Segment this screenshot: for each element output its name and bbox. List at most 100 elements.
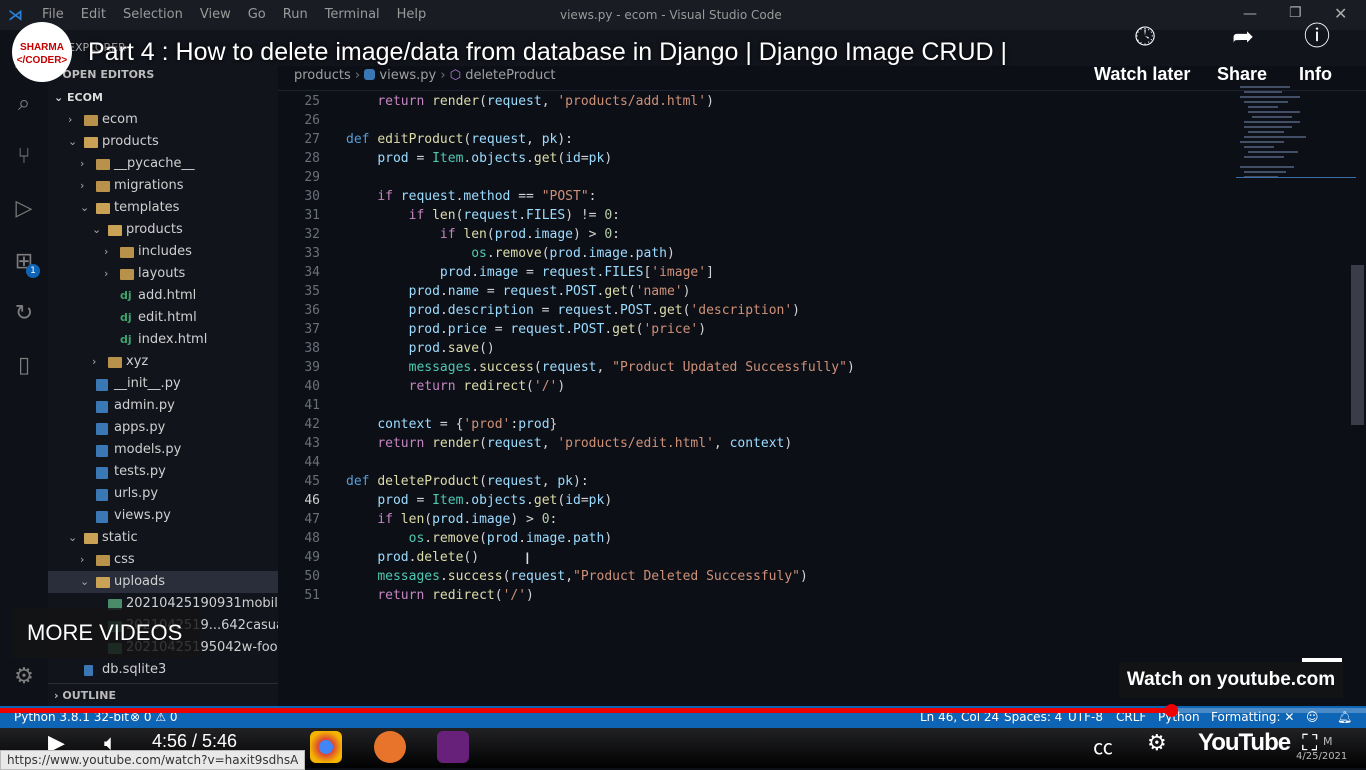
chevron-right-icon[interactable]: › — [80, 549, 92, 571]
code-line[interactable]: 35 prod.name = request.POST.get('name') — [278, 282, 1238, 301]
editor-scrollbar[interactable] — [1351, 265, 1364, 425]
code-line[interactable]: 28 prod = Item.objects.get(id=pk) — [278, 149, 1238, 168]
menu-item-edit[interactable]: Edit — [81, 7, 106, 22]
chevron-down-icon[interactable]: ⌄ — [92, 219, 104, 241]
tree-item[interactable]: tests.py — [48, 461, 278, 483]
tree-item[interactable]: › layouts — [48, 263, 278, 285]
code-line[interactable]: 40 return redirect('/') — [278, 377, 1238, 396]
chevron-right-icon[interactable]: › — [92, 351, 104, 373]
code-line[interactable]: 38 prod.save() — [278, 339, 1238, 358]
menu-item-selection[interactable]: Selection — [123, 7, 183, 22]
code-line[interactable]: 25 return render(request, 'products/add.… — [278, 92, 1238, 111]
menu-item-help[interactable]: Help — [397, 7, 427, 22]
tree-item[interactable]: ⌄ templates — [48, 197, 278, 219]
code-line[interactable]: 51 return redirect('/') — [278, 586, 1238, 605]
source-control-icon[interactable]: ⑂ — [10, 143, 38, 171]
menu-item-view[interactable]: View — [200, 7, 231, 22]
youtube-logo[interactable]: YouTube — [1198, 729, 1291, 757]
code-line[interactable]: 44 — [278, 453, 1238, 472]
tree-item[interactable]: admin.py — [48, 395, 278, 417]
database-icon[interactable]: ▯ — [10, 352, 38, 380]
outline-heading[interactable]: › OUTLINE — [54, 689, 116, 702]
code-line[interactable]: 42 context = {'prod':prod} — [278, 415, 1238, 434]
code-line[interactable]: 30 if request.method == "POST": — [278, 187, 1238, 206]
code-line[interactable]: 41 — [278, 396, 1238, 415]
settings-icon[interactable]: ⚙ — [1147, 731, 1167, 756]
code-line[interactable]: 36 prod.description = request.POST.get('… — [278, 301, 1238, 320]
more-videos-button[interactable]: MORE VIDEOS — [12, 608, 200, 658]
tree-item[interactable]: urls.py — [48, 483, 278, 505]
tree-item[interactable]: › includes — [48, 241, 278, 263]
tree-item[interactable]: ⌄ products — [48, 219, 278, 241]
tree-item[interactable]: › css — [48, 549, 278, 571]
info-button[interactable]: Info — [1299, 64, 1332, 85]
tree-item[interactable]: apps.py — [48, 417, 278, 439]
chevron-down-icon[interactable]: ⌄ — [80, 197, 92, 219]
tree-item[interactable]: › migrations — [48, 175, 278, 197]
remote-icon[interactable]: ↻ — [10, 300, 38, 328]
chevron-right-icon[interactable]: › — [104, 263, 116, 285]
tree-item[interactable]: dj add.html — [48, 285, 278, 307]
code-line[interactable]: 50 messages.success(request,"Product Del… — [278, 567, 1238, 586]
chevron-down-icon[interactable]: ⌄ — [80, 571, 92, 593]
chevron-down-icon[interactable]: ⌄ — [68, 527, 80, 549]
editor-app-taskbar-icon[interactable] — [374, 731, 406, 763]
tree-item[interactable]: dj edit.html — [48, 307, 278, 329]
breadcrumb-symbol[interactable]: deleteProduct — [465, 68, 555, 83]
watch-on-youtube-button[interactable]: Watch on youtube.com — [1119, 662, 1343, 698]
share-icon[interactable]: ➦ — [1226, 20, 1260, 54]
tree-item[interactable]: ⌄ static — [48, 527, 278, 549]
chevron-down-icon[interactable]: ⌄ — [68, 131, 80, 153]
tree-item[interactable]: › __pycache__ — [48, 153, 278, 175]
code-line[interactable]: 49 prod.delete() — [278, 548, 1238, 567]
chevron-right-icon[interactable]: › — [68, 109, 80, 131]
tree-item[interactable]: __init__.py — [48, 373, 278, 395]
code-line[interactable]: 39 messages.success(request, "Product Up… — [278, 358, 1238, 377]
visual-studio-taskbar-icon[interactable] — [437, 731, 469, 763]
tree-item[interactable]: db.sqlite3 — [48, 659, 278, 681]
code-line[interactable]: 33 os.remove(prod.image.path) — [278, 244, 1238, 263]
code-line[interactable]: 27 def editProduct(request, pk): — [278, 130, 1238, 149]
gear-icon[interactable]: ⚙ — [10, 663, 38, 691]
watch-later-icon[interactable]: 🕓︎ — [1128, 20, 1162, 54]
restore-icon[interactable]: ❐ — [1289, 5, 1302, 21]
code-line[interactable]: 43 return render(request, 'products/edit… — [278, 434, 1238, 453]
menu-item-terminal[interactable]: Terminal — [325, 7, 380, 22]
minimap[interactable] — [1236, 82, 1356, 192]
run-debug-icon[interactable]: ▷ — [10, 195, 38, 223]
chevron-right-icon[interactable]: › — [80, 175, 92, 197]
info-icon[interactable]: ⓘ — [1300, 20, 1334, 54]
progress-scrubber[interactable] — [1164, 704, 1178, 717]
breadcrumb-folder[interactable]: products — [294, 68, 351, 83]
workspace-root[interactable]: ⌄ ECOM — [54, 91, 103, 104]
code-line[interactable]: 45 def deleteProduct(request, pk): — [278, 472, 1238, 491]
tree-item[interactable]: › xyz — [48, 351, 278, 373]
share-button[interactable]: Share — [1217, 64, 1267, 85]
tree-item[interactable]: dj index.html — [48, 329, 278, 351]
code-line[interactable]: 29 — [278, 168, 1238, 187]
menu-item-go[interactable]: Go — [248, 7, 266, 22]
video-title[interactable]: Part 4 : How to delete image/data from d… — [88, 38, 1007, 67]
channel-avatar[interactable]: SHARMA </CODER> — [12, 22, 72, 82]
tree-item[interactable]: views.py — [48, 505, 278, 527]
menu-item-run[interactable]: Run — [283, 7, 308, 22]
watch-later-button[interactable]: Watch later — [1094, 64, 1190, 85]
tree-item[interactable]: ⌄ products — [48, 131, 278, 153]
captions-icon[interactable]: ㏄ — [1093, 731, 1113, 760]
tree-item[interactable]: ⌄ uploads — [48, 571, 278, 593]
code-line[interactable]: 34 prod.image = request.FILES['image'] — [278, 263, 1238, 282]
code-line[interactable]: 46 prod = Item.objects.get(id=pk) — [278, 491, 1238, 510]
menu-item-file[interactable]: File — [42, 7, 64, 22]
code-line[interactable]: 26 — [278, 111, 1238, 130]
code-line[interactable]: 32 if len(prod.image) > 0: — [278, 225, 1238, 244]
chevron-right-icon[interactable]: › — [104, 241, 116, 263]
code-line[interactable]: 31 if len(request.FILES) != 0: — [278, 206, 1238, 225]
code-line[interactable]: 48 os.remove(prod.image.path) — [278, 529, 1238, 548]
tree-item[interactable]: models.py — [48, 439, 278, 461]
code-line[interactable]: 47 if len(prod.image) > 0: — [278, 510, 1238, 529]
close-icon[interactable]: ✕ — [1334, 4, 1347, 23]
chrome-taskbar-icon[interactable] — [310, 731, 342, 763]
tree-item[interactable]: › ecom — [48, 109, 278, 131]
open-editors-heading[interactable]: › OPEN EDITORS — [54, 68, 154, 81]
breadcrumb-file[interactable]: views.py — [379, 68, 436, 83]
